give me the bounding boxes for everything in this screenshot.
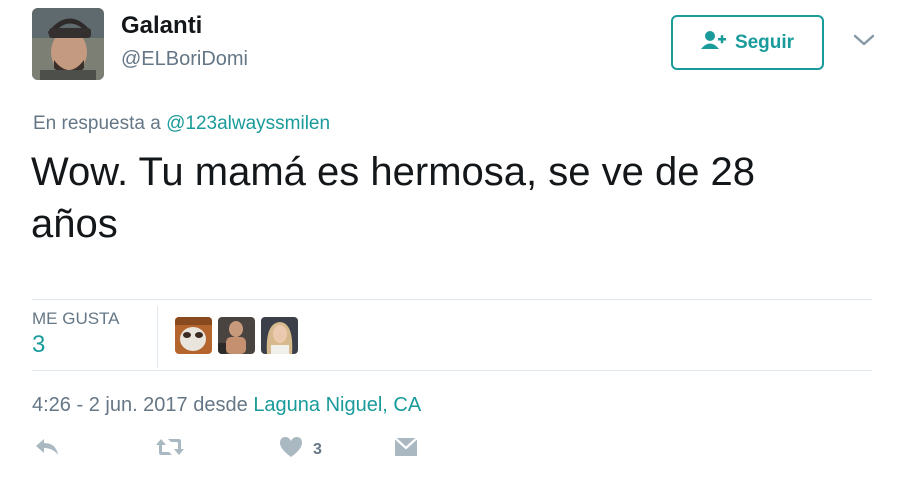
author-avatar[interactable] — [32, 8, 104, 80]
divider-top — [32, 299, 872, 300]
divider-bottom — [32, 370, 872, 371]
envelope-icon — [394, 436, 418, 463]
liker-avatar[interactable] — [218, 317, 255, 354]
follow-button[interactable]: Seguir — [671, 15, 824, 70]
timestamp-time-date[interactable]: 4:26 - 2 jun. 2017 — [32, 394, 188, 416]
author-display-name[interactable]: Galanti — [121, 12, 202, 40]
chevron-down-icon[interactable] — [852, 32, 876, 48]
author-handle[interactable]: @ELBoriDomi — [121, 48, 248, 71]
reply-context: En respuesta a @123alwayssmilen — [33, 113, 330, 135]
likes-label[interactable]: ME GUSTA — [32, 309, 120, 329]
add-user-icon — [700, 30, 727, 56]
likes-count[interactable]: 3 — [32, 331, 45, 359]
like-count: 3 — [313, 440, 322, 458]
heart-icon — [279, 436, 303, 463]
reply-icon — [34, 436, 60, 463]
reply-prefix: En respuesta a — [33, 113, 161, 134]
tweet-text: Wow. Tu mamá es hermosa, se ve de 28 año… — [31, 150, 756, 246]
like-button[interactable]: 3 — [279, 436, 322, 463]
liker-avatar[interactable] — [175, 317, 212, 354]
follow-button-label: Seguir — [734, 31, 795, 53]
reply-button[interactable] — [34, 436, 60, 463]
tweet-timestamp: 4:26 - 2 jun. 2017 desde Laguna Niguel, … — [32, 394, 421, 417]
retweet-button[interactable] — [155, 436, 185, 463]
reply-mention-link[interactable]: @123alwayssmilen — [166, 113, 330, 134]
stats-separator — [157, 306, 158, 368]
direct-message-button[interactable] — [394, 436, 418, 463]
retweet-icon — [155, 436, 185, 463]
timestamp-from: desde — [193, 394, 248, 416]
liker-avatar[interactable] — [261, 317, 298, 354]
location-link[interactable]: Laguna Niguel, CA — [253, 394, 421, 416]
